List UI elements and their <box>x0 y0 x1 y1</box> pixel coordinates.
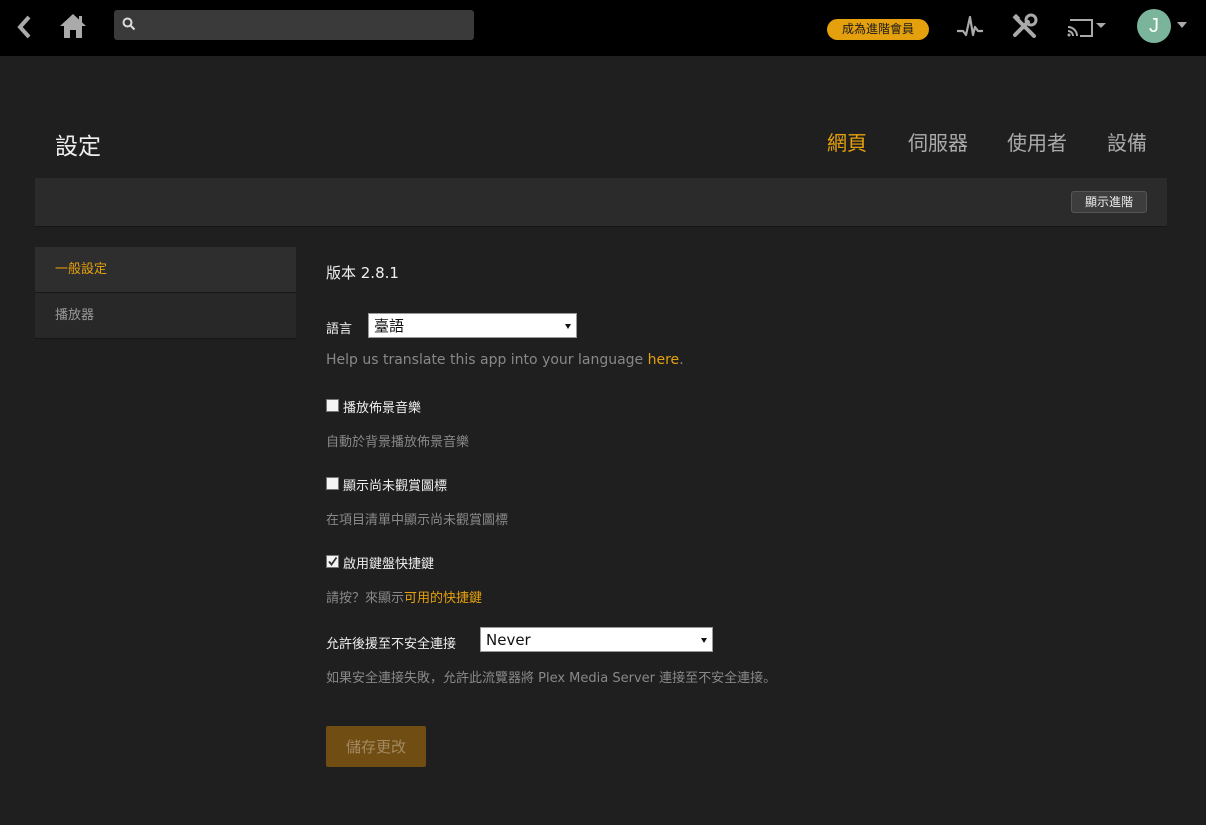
background-music-label[interactable]: 播放佈景音樂 <box>343 401 421 416</box>
go-premium-button[interactable]: 成為進階會員 <box>827 19 929 40</box>
home-button[interactable] <box>58 11 88 41</box>
background-music-row: 播放佈景音樂 <box>326 397 421 416</box>
settings-sidebar: 一般設定 播放器 <box>35 247 296 339</box>
chevron-left-icon <box>17 15 31 39</box>
chevron-down-icon <box>1096 23 1106 28</box>
insecure-label: 允許後援至不安全連接 <box>326 637 457 652</box>
activity-icon <box>957 15 983 37</box>
keyboard-shortcuts-help-text: 請按？來顯示 <box>326 591 405 606</box>
background-music-checkbox[interactable] <box>326 399 339 412</box>
keyboard-shortcuts-row: 啟用鍵盤快捷鍵 <box>326 553 434 572</box>
sidebar-item-general[interactable]: 一般設定 <box>35 247 296 293</box>
unwatched-icon-checkbox[interactable] <box>326 477 339 490</box>
search-icon <box>122 17 136 31</box>
settings-toolbar: 顯示進階 <box>35 178 1167 227</box>
settings-button[interactable] <box>1011 13 1039 41</box>
avatar[interactable]: J <box>1137 9 1171 43</box>
version-label: 版本 2.8.1 <box>326 264 399 282</box>
language-select-value: 臺語 <box>374 317 405 335</box>
tab-users[interactable]: 使用者 <box>1007 127 1067 156</box>
search-bar[interactable] <box>114 10 474 42</box>
cast-icon <box>1067 19 1106 37</box>
language-help: Help us translate this app into your lan… <box>326 352 684 368</box>
insecure-select[interactable]: Never <box>480 627 713 652</box>
search-input[interactable] <box>142 10 466 42</box>
cast-button[interactable] <box>1066 16 1108 38</box>
language-help-text: Help us translate this app into your lan… <box>326 352 648 368</box>
checkmark-icon <box>328 556 338 566</box>
chevron-down-icon[interactable] <box>1176 21 1188 29</box>
unwatched-icon-help: 在項目清單中顯示尚未觀賞圖標 <box>326 513 509 528</box>
language-help-suffix: . <box>679 352 684 368</box>
language-select[interactable]: 臺語 <box>368 313 577 338</box>
insecure-help: 如果安全連接失敗，允許此流覽器將 Plex Media Server 連接至不安… <box>326 671 777 686</box>
insecure-select-value: Never <box>486 631 531 649</box>
translate-link[interactable]: here <box>648 352 680 368</box>
unwatched-icon-label[interactable]: 顯示尚未觀賞圖標 <box>343 479 447 494</box>
background-music-help: 自動於背景播放佈景音樂 <box>326 435 470 450</box>
shortcuts-link[interactable]: 可用的快捷鍵 <box>404 591 482 606</box>
tab-server[interactable]: 伺服器 <box>908 127 968 156</box>
show-advanced-button[interactable]: 顯示進階 <box>1070 191 1147 213</box>
chevron-down-icon <box>565 324 571 329</box>
keyboard-shortcuts-checkbox[interactable] <box>326 555 339 568</box>
unwatched-icon-row: 顯示尚未觀賞圖標 <box>326 475 447 494</box>
tools-icon <box>1012 13 1038 38</box>
top-bar: 成為進階會員 J <box>0 0 1206 56</box>
home-icon <box>60 14 86 38</box>
tab-web[interactable]: 網頁 <box>827 127 867 156</box>
tab-devices[interactable]: 設備 <box>1107 127 1147 156</box>
keyboard-shortcuts-help: 請按？來顯示可用的快捷鍵 <box>326 587 482 606</box>
insecure-row: 允許後援至不安全連接 <box>326 633 456 652</box>
language-row: 語言 <box>326 318 352 337</box>
settings-tabs: 網頁 伺服器 使用者 設備 <box>0 127 1206 159</box>
chevron-down-icon <box>701 638 707 643</box>
back-button[interactable] <box>14 14 36 40</box>
sidebar-item-player[interactable]: 播放器 <box>35 293 296 339</box>
language-label: 語言 <box>326 322 353 337</box>
activity-button[interactable] <box>956 14 984 40</box>
keyboard-shortcuts-label[interactable]: 啟用鍵盤快捷鍵 <box>343 557 434 572</box>
save-changes-button[interactable]: 儲存更改 <box>326 726 426 767</box>
